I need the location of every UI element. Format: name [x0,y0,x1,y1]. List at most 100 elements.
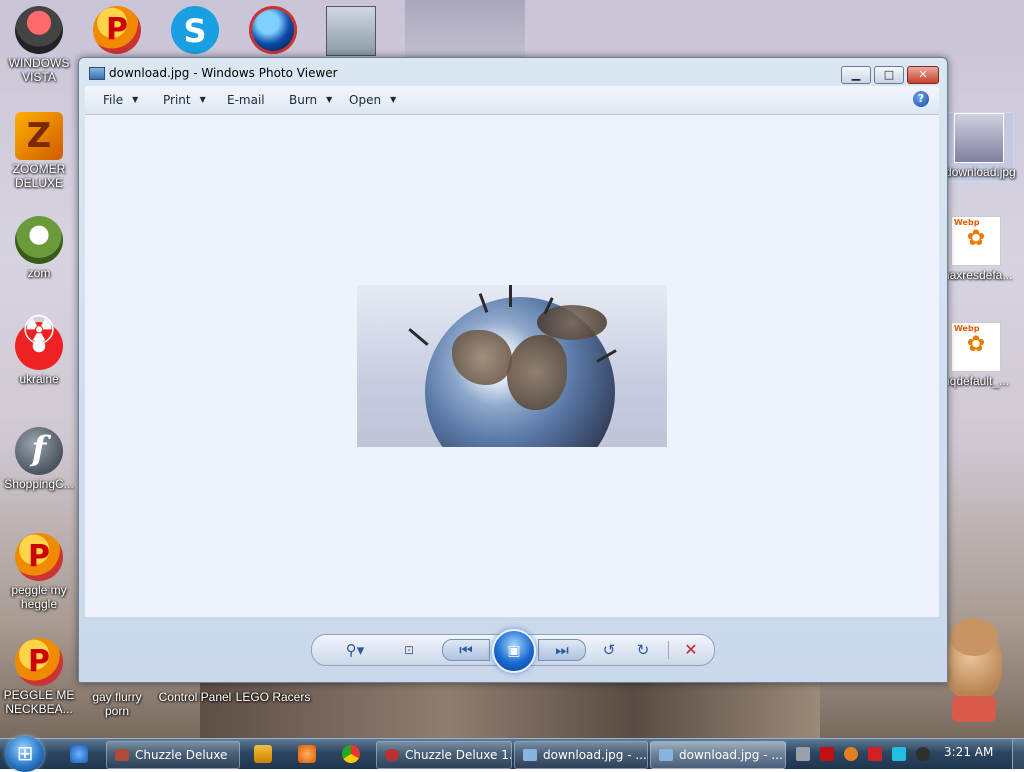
desktop-icon-shopping[interactable]: ShoppingC... [1,427,77,491]
rotate-right-icon[interactable]: ↻ [632,640,654,660]
actual-size-icon[interactable]: ⊡ [398,640,420,660]
clock[interactable]: 3:21 AM [944,745,993,759]
webp-file-icon [951,216,1001,266]
vista-icon [15,6,63,54]
desktop-icon-label: ShoppingC... [4,477,74,491]
taskbar-button-download-1[interactable]: download.jpg - ... [514,741,648,769]
desktop-icon-lego-racers[interactable]: LEGO Racers [235,690,311,704]
desktop-icon-label: Control Panel [158,690,232,704]
previous-icon[interactable]: ⏮ [442,639,490,661]
minimize-button[interactable]: ▁ [841,66,871,84]
delete-icon[interactable]: ✕ [680,640,702,660]
photo-viewer-app-icon[interactable] [89,67,105,80]
hamster-legs [952,696,996,722]
chevron-down-icon: ▼ [326,95,333,104]
desktop-icon-hqdefault[interactable]: hqdefault_... [938,322,1014,388]
globe-browser-icon [249,6,297,54]
desktop-icon-skype[interactable] [157,6,233,56]
wallpaper-derrick [405,0,525,60]
menu-label: File [103,93,124,107]
divider [668,641,669,659]
hamster-desktop-pet[interactable] [942,618,1008,728]
taskbar-button-label: Chuzzle Deluxe [135,748,228,762]
chrome-icon[interactable] [342,745,360,763]
menu-print[interactable]: Print ▼ [163,93,206,107]
flash-icon [15,427,63,475]
menu-file[interactable]: File ▼ [103,93,138,107]
menu-label: Open [349,93,382,107]
wallpaper-ground [200,680,820,738]
media-player-icon[interactable] [254,745,272,763]
taskbar-button-chuzzle-1[interactable]: Chuzzle Deluxe 1... [376,741,512,769]
tray-flag-icon[interactable] [868,747,882,761]
close-button[interactable]: ✕ [907,66,939,84]
desktop-icon-maxresdefault[interactable]: maxresdefa... [938,216,1014,282]
tray-monitor-icon[interactable] [892,747,906,761]
photo-viewer-icon [659,749,673,761]
tray-v-icon[interactable] [820,747,834,761]
taskbar-button-label: download.jpg - ... [543,748,647,762]
minimize-icon: ▁ [851,68,861,81]
taskbar: Chuzzle Deluxe Chuzzle Deluxe 1... downl… [0,736,1024,772]
radiation-icon [15,322,63,370]
desktop-icon-label: maxresdefa... [939,268,1013,282]
taskbar-button-download-2[interactable]: download.jpg - ... [650,741,786,769]
desktop-icon-folder[interactable]: gay flurry porn [79,690,155,718]
menu-email[interactable]: E-mail [227,93,265,107]
taskbar-button-label: download.jpg - ... [679,748,783,762]
playback-controls: ⚲▾ ⊡ ⏮ ⏭ ▣ ↺ ↻ ✕ [311,629,715,673]
chuzzle-icon [385,749,399,761]
image-file-icon [954,113,1004,163]
help-icon[interactable]: ? [913,91,929,107]
desktop-icon-download-jpg[interactable]: download.jpg [944,112,1016,182]
desktop-icon-ukraine[interactable]: ukraine [1,322,77,386]
peggle-icon [93,6,141,54]
desktop-icon-label: gay flurry porn [92,690,142,718]
desktop-icon-windows-vista[interactable]: WINDOWS VISTA [1,6,77,84]
desktop-icon-peggle[interactable] [79,6,155,56]
tray-volume-icon[interactable] [916,747,930,761]
desktop-icon-zom[interactable]: zom [1,216,77,280]
rotate-left-icon[interactable]: ↺ [598,640,620,660]
uc-browser-icon[interactable] [298,745,316,763]
window-title: download.jpg - Windows Photo Viewer [109,66,338,80]
menu-label: Burn [289,93,318,107]
menu-open[interactable]: Open ▼ [349,93,396,107]
desktop-icon-browser[interactable] [235,6,311,56]
menu-bar: File ▼ Print ▼ E-mail Burn ▼ Open ▼ ? [85,86,939,115]
maximize-icon: □ [883,68,895,81]
next-icon[interactable]: ⏭ [538,639,586,661]
chuzzle-icon [115,749,129,761]
maximize-button[interactable]: □ [874,66,904,84]
photo-viewer-window[interactable]: download.jpg - Windows Photo Viewer ▁ □ … [78,57,948,683]
menu-burn[interactable]: Burn ▼ [289,93,332,107]
photo-land [507,335,567,410]
close-icon: ✕ [918,68,928,81]
show-desktop-button[interactable] [1012,739,1024,769]
desktop-icon-peggle-my-heggle[interactable]: peggle my heggle [1,533,77,611]
tray-app-icon[interactable] [796,747,810,761]
desktop-icon-label: ZOOMER DELUXE [12,162,66,190]
desktop-icon-control-panel[interactable]: Control Panel [157,690,233,704]
menu-label: Print [163,93,191,107]
internet-explorer-icon[interactable] [70,745,88,763]
tray-search-icon[interactable] [844,747,858,761]
desktop-icon-network[interactable] [313,6,389,58]
hamster-head [950,618,998,656]
slideshow-icon[interactable]: ▣ [492,629,536,673]
desktop-icon-peggle-me[interactable]: PEGGLE ME NECKBEA... [1,638,77,716]
image-canvas[interactable] [85,115,939,617]
start-button[interactable] [6,736,44,772]
desktop-icon-label: ukraine [19,372,59,386]
skype-icon [171,6,219,54]
desktop-icon-label: hqdefault_... [942,374,1010,388]
desktop-icon-label: zom [27,266,51,280]
taskbar-button-chuzzle[interactable]: Chuzzle Deluxe [106,741,240,769]
window-titlebar[interactable]: download.jpg - Windows Photo Viewer ▁ □ … [79,58,947,86]
desktop-icon-label: PEGGLE ME NECKBEA... [3,688,75,716]
desktop-icon-zoomer[interactable]: ZOOMER DELUXE [1,112,77,190]
photo-rig [509,285,512,307]
desktop-icon-label: WINDOWS VISTA [8,56,70,84]
zoom-icon[interactable]: ⚲▾ [338,640,372,660]
taskbar-button-label: Chuzzle Deluxe 1... [405,748,512,762]
